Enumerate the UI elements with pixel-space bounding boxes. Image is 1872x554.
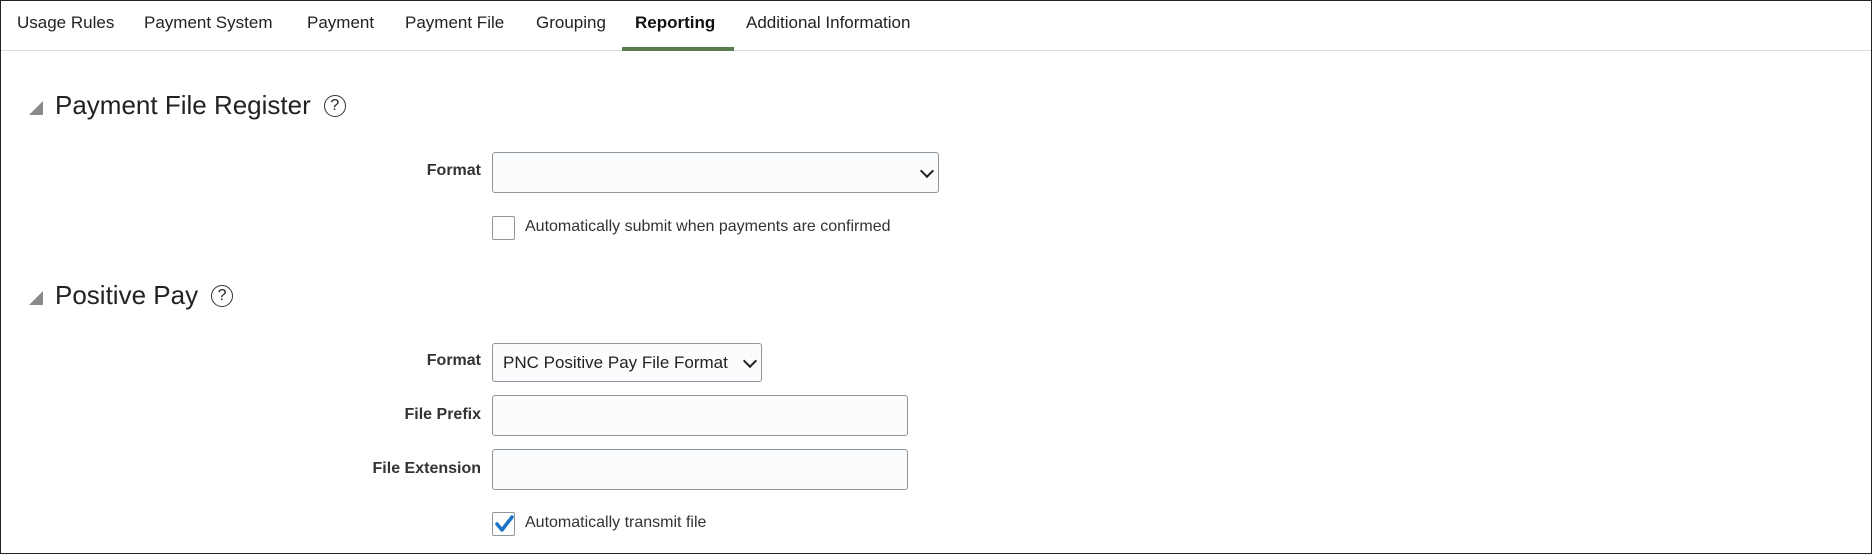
tab-usage-rules[interactable]: Usage Rules bbox=[17, 13, 114, 33]
auto-submit-label[interactable]: Automatically submit when payments are c… bbox=[525, 218, 891, 236]
active-tab-indicator bbox=[622, 47, 734, 51]
auto-transmit-checkbox[interactable] bbox=[492, 512, 515, 536]
tab-grouping[interactable]: Grouping bbox=[536, 13, 606, 33]
tab-payment[interactable]: Payment bbox=[307, 13, 374, 33]
help-icon[interactable]: ? bbox=[323, 94, 346, 117]
auto-transmit-label[interactable]: Automatically transmit file bbox=[525, 514, 706, 532]
file-prefix-input[interactable] bbox=[492, 395, 908, 436]
chevron-down-icon bbox=[742, 353, 758, 368]
file-prefix-label: File Prefix bbox=[404, 406, 481, 423]
tab-bar: Usage Rules Payment System Payment Payme… bbox=[1, 1, 1871, 51]
section-header-payment-file-register[interactable]: Payment File Register ? bbox=[29, 90, 346, 121]
format-label: Format bbox=[426, 162, 481, 179]
register-format-select[interactable] bbox=[492, 152, 939, 193]
tab-reporting[interactable]: Reporting bbox=[635, 13, 715, 33]
checkmark-icon bbox=[495, 515, 514, 532]
page-frame bbox=[0, 0, 1872, 554]
section-header-positive-pay[interactable]: Positive Pay ? bbox=[29, 280, 234, 311]
file-extension-label: File Extension bbox=[372, 460, 481, 477]
chevron-down-icon bbox=[919, 163, 935, 178]
collapse-triangle-icon[interactable] bbox=[29, 100, 43, 115]
file-extension-input[interactable] bbox=[492, 449, 908, 490]
format-label: Format bbox=[426, 352, 481, 369]
section-title: Positive Pay bbox=[55, 280, 199, 310]
help-icon[interactable]: ? bbox=[211, 284, 234, 307]
tab-payment-file[interactable]: Payment File bbox=[405, 13, 504, 33]
tab-additional-information[interactable]: Additional Information bbox=[746, 13, 910, 33]
auto-submit-checkbox[interactable] bbox=[492, 216, 515, 240]
select-value: PNC Positive Pay File Format bbox=[503, 352, 728, 372]
collapse-triangle-icon[interactable] bbox=[29, 290, 43, 305]
positive-pay-format-select[interactable]: PNC Positive Pay File Format bbox=[492, 343, 762, 382]
section-title: Payment File Register bbox=[55, 90, 311, 120]
tab-payment-system[interactable]: Payment System bbox=[144, 13, 273, 33]
